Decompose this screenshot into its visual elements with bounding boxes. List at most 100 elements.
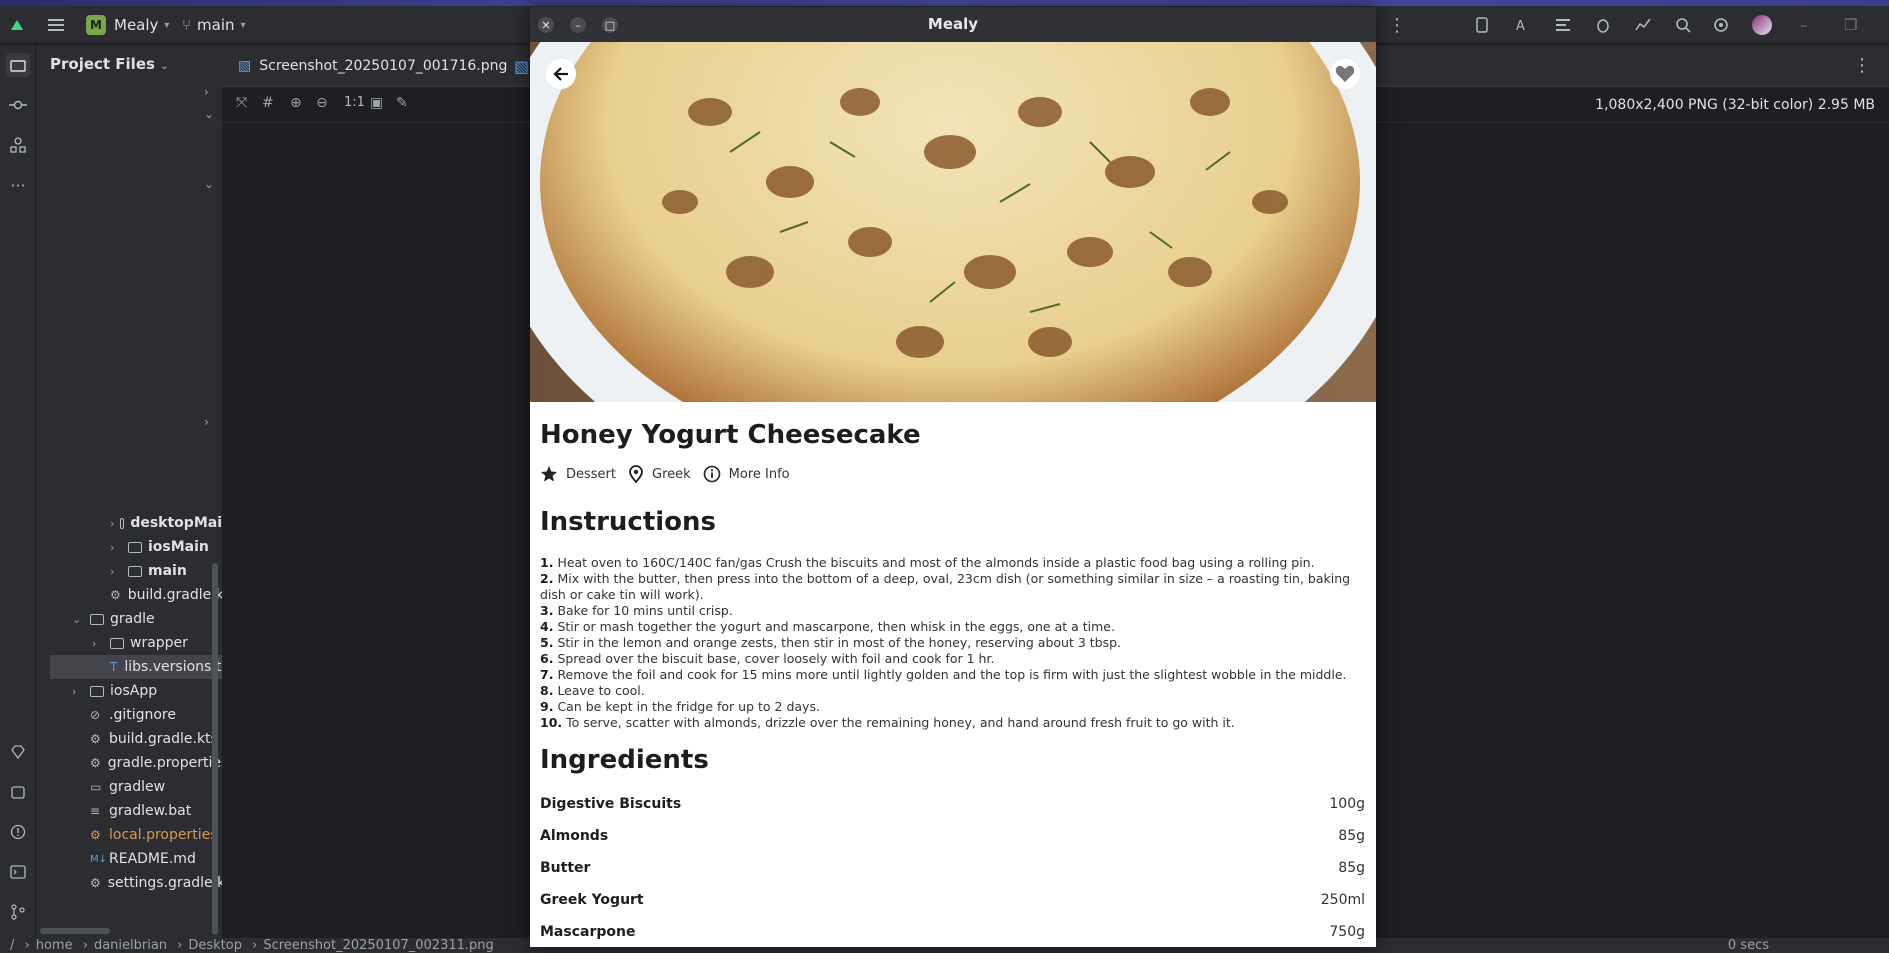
image-info: 1,080x2,400 PNG (32-bit color) 2.95 MB xyxy=(1595,97,1875,113)
step-number: 9. xyxy=(540,699,554,714)
app-inspection-icon[interactable] xyxy=(6,780,30,804)
settings-file-icon: ⚙ xyxy=(90,827,101,842)
more-vert-icon[interactable]: ⋮ xyxy=(1853,55,1871,76)
branch-switcher[interactable]: ⑂ main ▾ xyxy=(182,6,246,44)
project-panel-header[interactable]: Project Files ⌄ xyxy=(50,55,169,73)
breadcrumb-item[interactable]: Desktop xyxy=(188,938,242,953)
device-manager-icon[interactable] xyxy=(1474,6,1492,44)
tree-item-gradlew[interactable]: ▭ gradlew xyxy=(36,775,222,799)
zoom-out-icon[interactable]: ⊖ xyxy=(316,95,328,111)
tree-item-build-gradle-root[interactable]: ⚙ build.gradle.kts xyxy=(36,727,222,751)
chevron-right-icon[interactable]: › xyxy=(204,415,209,429)
chevron-down-icon: ⌄ xyxy=(72,612,82,626)
favorite-button[interactable] xyxy=(1330,59,1360,89)
instruction-step: 10. To serve, scatter with almonds, driz… xyxy=(540,715,1370,731)
instruction-step: 9. Can be kept in the fridge for up to 2… xyxy=(540,699,1370,715)
mealy-titlebar: ✕ – □ Mealy xyxy=(530,7,1376,42)
tree-item-label: iosMain xyxy=(148,539,209,555)
folder-icon[interactable] xyxy=(6,53,30,77)
folder-icon xyxy=(110,637,124,649)
problems-icon[interactable] xyxy=(6,820,30,844)
tree-item-gradlew-bat[interactable]: ≡ gradlew.bat xyxy=(36,799,222,823)
breadcrumb-item[interactable]: danielbrian xyxy=(94,938,167,953)
terminal-icon[interactable] xyxy=(6,860,30,884)
horizontal-scrollbar[interactable] xyxy=(40,928,110,934)
editor-tab[interactable]: ▧ Screenshot_20250107_001716.png xyxy=(238,45,507,87)
instruction-step: 3. Bake for 10 mins until crisp. xyxy=(540,603,1370,619)
more-info-button[interactable]: More Info xyxy=(703,465,790,483)
tree-item-gradle-properties[interactable]: ⚙ gradle.properties xyxy=(36,751,222,775)
project-panel: Project Files ⌄ › ⌄ ⌄ › › desktopMai › ios… xyxy=(36,45,222,938)
settings-gear-icon[interactable] xyxy=(1712,6,1730,44)
tree-item-label: gradlew xyxy=(109,779,166,795)
tree-item-iosmain[interactable]: › iosMain xyxy=(36,535,222,559)
logcat-icon[interactable] xyxy=(1554,6,1572,44)
settings-file-icon: ⚙ xyxy=(90,755,101,770)
breadcrumb-item[interactable]: Screenshot_20250107_002311.png xyxy=(263,938,493,953)
debug-icon[interactable] xyxy=(1594,6,1612,44)
breadcrumb-root[interactable]: / xyxy=(10,938,14,953)
ingredient-row: Mascarpone 750g xyxy=(540,916,1365,948)
profiler-icon[interactable] xyxy=(1634,6,1652,44)
search-icon[interactable] xyxy=(1674,6,1692,44)
instruction-step: 1. Heat oven to 160C/140C fan/gas Crush … xyxy=(540,555,1370,571)
grid-icon[interactable]: # xyxy=(262,95,274,111)
more-horiz-icon[interactable]: ··· xyxy=(6,173,30,197)
ingredient-row: Almonds 85g xyxy=(540,820,1365,852)
vertical-scrollbar[interactable] xyxy=(212,563,218,935)
ingredient-row: Digestive Biscuits 100g xyxy=(540,788,1365,820)
mealy-window: ✕ – □ Mealy Honey Yogurt Cheesecake Dess… xyxy=(530,7,1376,947)
minimize-icon[interactable]: – xyxy=(1800,6,1808,44)
more-vert-icon[interactable]: ⋮ xyxy=(1388,6,1406,44)
tree-item-main[interactable]: › main xyxy=(36,559,222,583)
timer: 0 secs xyxy=(1727,938,1769,953)
main-menu-icon[interactable] xyxy=(48,6,64,44)
ingredient-name: Greek Yogurt xyxy=(540,892,644,908)
step-number: 7. xyxy=(540,667,554,682)
back-button[interactable] xyxy=(546,59,576,89)
structure-icon[interactable] xyxy=(6,133,30,157)
avatar[interactable] xyxy=(1752,6,1772,44)
tree-item-libs-versions[interactable]: Tlibs.versions.to xyxy=(50,655,222,679)
chevron-right-icon[interactable]: › xyxy=(204,85,209,99)
breadcrumb-item[interactable]: home xyxy=(36,938,73,953)
version-control-icon[interactable] xyxy=(6,900,30,924)
tree-item-label: wrapper xyxy=(130,635,188,651)
heart-icon xyxy=(1335,65,1355,82)
project-switcher[interactable]: M Mealy ▾ xyxy=(86,6,169,44)
instruction-step: 5. Stir in the lemon and orange zests, t… xyxy=(540,635,1370,651)
tool-window-bar: ··· xyxy=(0,45,36,938)
tree-item-readme[interactable]: M↓ README.md xyxy=(36,847,222,871)
instruction-step: 7. Remove the foil and cook for 15 mins … xyxy=(540,667,1370,683)
chevron-down-icon[interactable]: ⌄ xyxy=(204,177,214,191)
step-text: Remove the foil and cook for 15 mins mor… xyxy=(557,667,1347,682)
meta-area: Greek xyxy=(628,465,691,483)
tree-item-gradle[interactable]: ⌄ gradle xyxy=(36,607,222,631)
tree-item-wrapper[interactable]: › wrapper xyxy=(36,631,222,655)
ingredient-quantity: 250ml xyxy=(1320,892,1365,908)
toml-file-icon: T xyxy=(110,659,118,674)
star-icon xyxy=(541,466,557,482)
tree-item-label: local.properties xyxy=(109,827,218,843)
actual-size-button[interactable]: 1:1 xyxy=(344,95,365,110)
tree-item-gitignore[interactable]: ⊘ .gitignore xyxy=(36,703,222,727)
chevron-down-icon[interactable]: ⌄ xyxy=(204,107,214,121)
background-icon[interactable]: ▣ xyxy=(370,95,383,111)
translate-icon[interactable]: A xyxy=(1514,6,1532,44)
tree-item-desktopmain[interactable]: › desktopMai xyxy=(36,511,222,535)
folder-icon xyxy=(120,517,125,529)
tree-item-build-gradle[interactable]: ⚙ build.gradle.kts xyxy=(36,583,222,607)
tree-item-local-properties[interactable]: ⚙ local.properties xyxy=(36,823,222,847)
gem-icon[interactable] xyxy=(6,740,30,764)
window-title: Mealy xyxy=(927,15,979,33)
zoom-in-icon[interactable]: ⊕ xyxy=(290,95,302,111)
tree-item-label: .gitignore xyxy=(109,707,176,723)
tree-item-settings-gradle[interactable]: ⚙ settings.gradle.kt xyxy=(36,871,222,895)
color-picker-icon[interactable]: ✎ xyxy=(396,95,408,111)
commit-icon[interactable] xyxy=(6,93,30,117)
folder-icon xyxy=(90,685,104,697)
arrow-left-icon xyxy=(553,67,568,81)
tree-item-iosapp[interactable]: › iosApp xyxy=(36,679,222,703)
restore-icon[interactable]: ❐ xyxy=(1844,6,1857,44)
fit-icon[interactable]: ⤧ xyxy=(236,95,247,111)
